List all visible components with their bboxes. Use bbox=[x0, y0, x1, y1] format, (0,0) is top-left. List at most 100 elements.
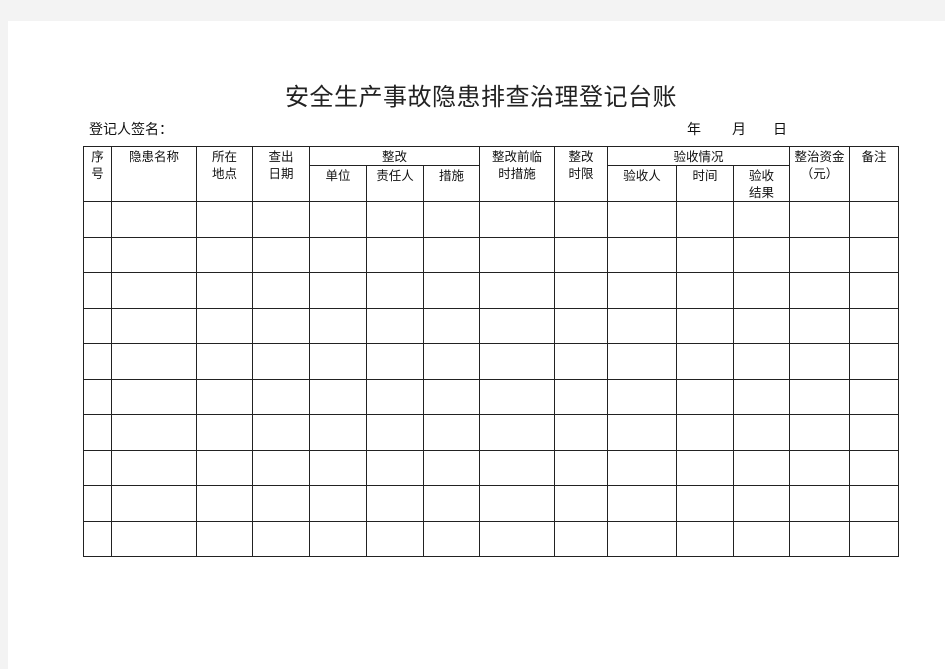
cell-temp-measures[interactable] bbox=[479, 272, 555, 309]
cell-location[interactable] bbox=[196, 343, 253, 380]
cell-deadline[interactable] bbox=[554, 236, 608, 273]
cell-time[interactable] bbox=[676, 307, 734, 344]
cell-inspector[interactable] bbox=[607, 378, 677, 415]
cell-check-date[interactable] bbox=[252, 378, 310, 415]
cell-check-date[interactable] bbox=[252, 201, 310, 238]
cell-time[interactable] bbox=[676, 236, 734, 273]
cell-temp-measures[interactable] bbox=[479, 520, 555, 557]
cell-check-date[interactable] bbox=[252, 449, 310, 486]
cell-measures[interactable] bbox=[423, 520, 480, 557]
cell-remarks[interactable] bbox=[849, 307, 900, 344]
cell-seq[interactable] bbox=[83, 449, 112, 486]
cell-temp-measures[interactable] bbox=[479, 236, 555, 273]
cell-hazard-name[interactable] bbox=[111, 520, 197, 557]
cell-responsible[interactable] bbox=[366, 201, 424, 238]
cell-temp-measures[interactable] bbox=[479, 378, 555, 415]
cell-funds[interactable] bbox=[789, 343, 851, 380]
cell-result[interactable] bbox=[732, 485, 791, 522]
cell-seq[interactable] bbox=[83, 414, 112, 451]
cell-inspector[interactable] bbox=[607, 272, 677, 309]
cell-location[interactable] bbox=[196, 414, 253, 451]
cell-deadline[interactable] bbox=[554, 343, 608, 380]
cell-funds[interactable] bbox=[789, 449, 851, 486]
cell-time[interactable] bbox=[676, 272, 734, 309]
cell-hazard-name[interactable] bbox=[111, 449, 197, 486]
cell-inspector[interactable] bbox=[607, 520, 677, 557]
cell-deadline[interactable] bbox=[554, 307, 608, 344]
cell-deadline[interactable] bbox=[554, 520, 608, 557]
cell-seq[interactable] bbox=[83, 236, 112, 273]
cell-check-date[interactable] bbox=[252, 414, 310, 451]
cell-result[interactable] bbox=[732, 236, 791, 273]
cell-funds[interactable] bbox=[789, 414, 851, 451]
cell-responsible[interactable] bbox=[366, 343, 424, 380]
cell-remarks[interactable] bbox=[849, 449, 900, 486]
cell-location[interactable] bbox=[196, 378, 253, 415]
cell-seq[interactable] bbox=[83, 343, 112, 380]
cell-location[interactable] bbox=[196, 520, 253, 557]
cell-time[interactable] bbox=[676, 201, 734, 238]
cell-location[interactable] bbox=[196, 307, 253, 344]
cell-responsible[interactable] bbox=[366, 449, 424, 486]
cell-unit[interactable] bbox=[309, 343, 367, 380]
cell-hazard-name[interactable] bbox=[111, 272, 197, 309]
cell-remarks[interactable] bbox=[849, 201, 900, 238]
cell-responsible[interactable] bbox=[366, 414, 424, 451]
cell-measures[interactable] bbox=[423, 201, 480, 238]
cell-result[interactable] bbox=[732, 272, 791, 309]
cell-deadline[interactable] bbox=[554, 378, 608, 415]
cell-result[interactable] bbox=[732, 520, 791, 557]
cell-result[interactable] bbox=[732, 414, 791, 451]
cell-measures[interactable] bbox=[423, 236, 480, 273]
cell-location[interactable] bbox=[196, 201, 253, 238]
cell-hazard-name[interactable] bbox=[111, 414, 197, 451]
cell-remarks[interactable] bbox=[849, 236, 900, 273]
cell-result[interactable] bbox=[732, 307, 791, 344]
cell-funds[interactable] bbox=[789, 485, 851, 522]
cell-measures[interactable] bbox=[423, 449, 480, 486]
cell-responsible[interactable] bbox=[366, 378, 424, 415]
cell-time[interactable] bbox=[676, 378, 734, 415]
cell-responsible[interactable] bbox=[366, 307, 424, 344]
cell-check-date[interactable] bbox=[252, 520, 310, 557]
cell-hazard-name[interactable] bbox=[111, 307, 197, 344]
cell-inspector[interactable] bbox=[607, 201, 677, 238]
cell-funds[interactable] bbox=[789, 307, 851, 344]
cell-hazard-name[interactable] bbox=[111, 201, 197, 238]
cell-result[interactable] bbox=[732, 343, 791, 380]
cell-seq[interactable] bbox=[83, 378, 112, 415]
cell-funds[interactable] bbox=[789, 520, 851, 557]
cell-measures[interactable] bbox=[423, 485, 480, 522]
cell-funds[interactable] bbox=[789, 272, 851, 309]
cell-inspector[interactable] bbox=[607, 236, 677, 273]
cell-check-date[interactable] bbox=[252, 485, 310, 522]
cell-responsible[interactable] bbox=[366, 485, 424, 522]
cell-funds[interactable] bbox=[789, 201, 851, 238]
cell-seq[interactable] bbox=[83, 201, 112, 238]
cell-funds[interactable] bbox=[789, 378, 851, 415]
cell-time[interactable] bbox=[676, 449, 734, 486]
cell-hazard-name[interactable] bbox=[111, 343, 197, 380]
cell-deadline[interactable] bbox=[554, 201, 608, 238]
cell-location[interactable] bbox=[196, 272, 253, 309]
cell-seq[interactable] bbox=[83, 485, 112, 522]
cell-unit[interactable] bbox=[309, 520, 367, 557]
cell-seq[interactable] bbox=[83, 307, 112, 344]
cell-check-date[interactable] bbox=[252, 343, 310, 380]
cell-unit[interactable] bbox=[309, 449, 367, 486]
cell-time[interactable] bbox=[676, 414, 734, 451]
cell-location[interactable] bbox=[196, 236, 253, 273]
cell-measures[interactable] bbox=[423, 378, 480, 415]
cell-temp-measures[interactable] bbox=[479, 449, 555, 486]
cell-time[interactable] bbox=[676, 343, 734, 380]
cell-funds[interactable] bbox=[789, 236, 851, 273]
cell-hazard-name[interactable] bbox=[111, 378, 197, 415]
cell-check-date[interactable] bbox=[252, 307, 310, 344]
cell-seq[interactable] bbox=[83, 272, 112, 309]
cell-unit[interactable] bbox=[309, 307, 367, 344]
cell-hazard-name[interactable] bbox=[111, 485, 197, 522]
cell-remarks[interactable] bbox=[849, 485, 900, 522]
cell-inspector[interactable] bbox=[607, 485, 677, 522]
cell-temp-measures[interactable] bbox=[479, 307, 555, 344]
cell-inspector[interactable] bbox=[607, 307, 677, 344]
